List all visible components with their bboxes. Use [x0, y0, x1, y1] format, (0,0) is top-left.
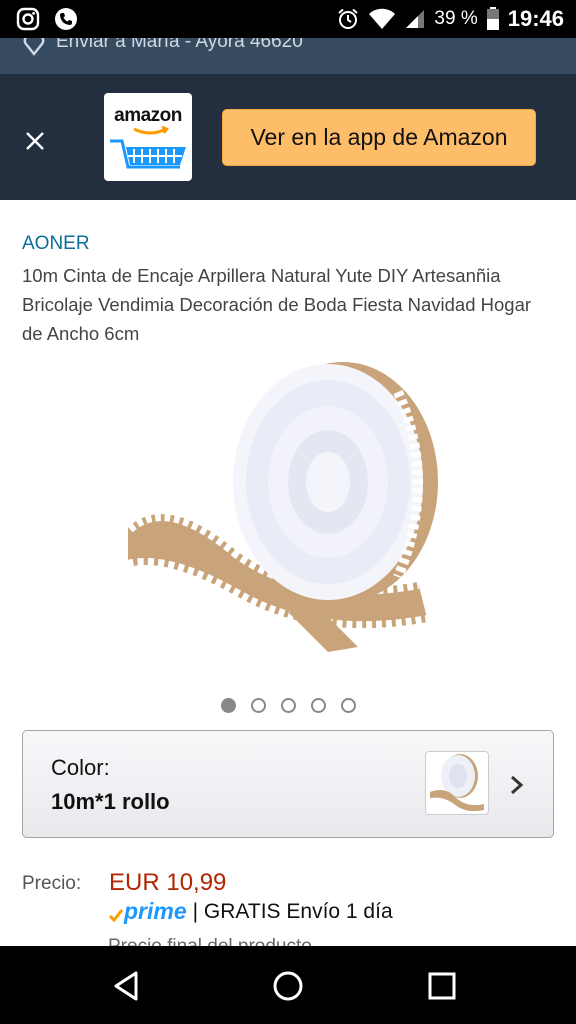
- price-label: Precio:: [22, 873, 82, 894]
- battery-percent: 39 %: [434, 8, 478, 29]
- carousel-dot[interactable]: [250, 698, 266, 713]
- signal-icon: [406, 10, 425, 28]
- color-selector[interactable]: Color: 10m*1 rollo: [22, 730, 554, 838]
- back-icon[interactable]: [112, 970, 144, 1002]
- delivery-location-bar[interactable]: Enviar a María - Ayora 46620: [0, 38, 576, 74]
- delivery-location-text: Enviar a María - Ayora 46620: [56, 38, 303, 52]
- clock: 19:46: [507, 6, 564, 31]
- battery-icon: [486, 7, 499, 30]
- instagram-icon: [16, 7, 40, 31]
- wifi-icon: [369, 8, 396, 29]
- app-banner: amazon Ver en la app de Amazon: [0, 74, 576, 200]
- price-value: EUR 10,99: [109, 869, 227, 896]
- close-icon[interactable]: [18, 124, 52, 158]
- color-value: 10m*1 rollo: [51, 789, 170, 814]
- home-icon[interactable]: [272, 970, 304, 1002]
- recents-icon[interactable]: [426, 970, 458, 1002]
- status-bar: 39 % 19:46: [0, 0, 576, 38]
- prime-check-icon: [108, 908, 124, 922]
- product-image[interactable]: [123, 352, 448, 672]
- open-in-app-button[interactable]: Ver en la app de Amazon: [222, 109, 536, 166]
- image-carousel-dots: [0, 698, 576, 713]
- phone-icon: [55, 8, 77, 30]
- alarm-icon: [338, 8, 359, 29]
- prime-shipping: prime | GRATIS Envío 1 día: [108, 898, 393, 925]
- shipping-text: | GRATIS Envío 1 día: [192, 899, 393, 923]
- carousel-dot[interactable]: [280, 698, 296, 713]
- brand-link[interactable]: AONER: [22, 233, 90, 255]
- carousel-dot[interactable]: [340, 698, 356, 713]
- shopping-cart-icon: [110, 139, 186, 169]
- partial-text: Precio final del producto: [108, 936, 312, 946]
- prime-logo: prime: [124, 898, 187, 924]
- color-label: Color:: [51, 755, 110, 780]
- amazon-app-logo[interactable]: amazon: [104, 93, 192, 181]
- chevron-right-icon: [511, 775, 524, 795]
- variant-thumbnail: [425, 751, 489, 815]
- product-title: 10m Cinta de Encaje Arpillera Natural Yu…: [22, 265, 532, 344]
- carousel-dot[interactable]: [310, 698, 326, 713]
- carousel-dot[interactable]: [220, 698, 236, 713]
- location-pin-icon: [23, 38, 45, 56]
- navigation-bar: [0, 946, 576, 1024]
